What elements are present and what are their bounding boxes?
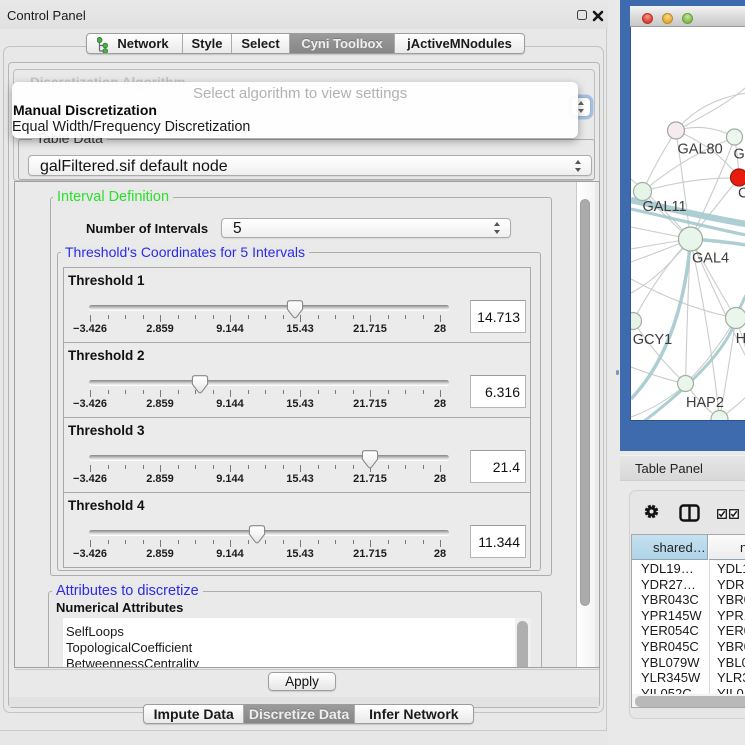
svg-text:GAL4: GAL4 <box>692 251 729 267</box>
svg-text:GCY1: GCY1 <box>633 332 673 348</box>
svg-text:CY: CY <box>738 186 745 202</box>
svg-text:GA: GA <box>734 147 745 163</box>
svg-text:HAP2: HAP2 <box>686 395 724 411</box>
svg-text:GAL80: GAL80 <box>678 142 723 158</box>
svg-text:HA: HA <box>736 331 745 347</box>
svg-text:GAL11: GAL11 <box>643 199 687 215</box>
